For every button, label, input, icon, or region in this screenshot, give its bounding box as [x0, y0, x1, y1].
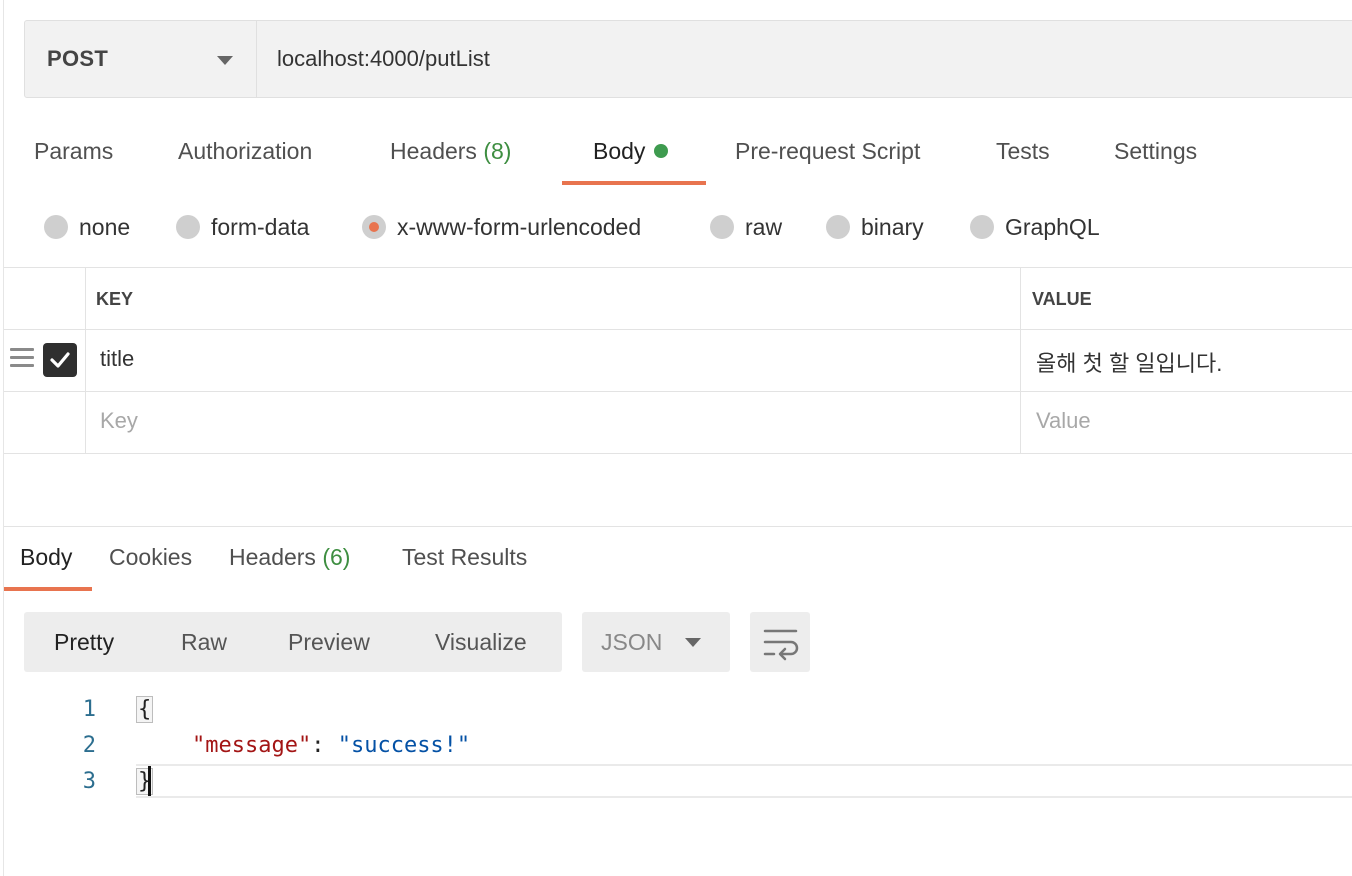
- method-label: POST: [47, 46, 109, 71]
- radio-form-data[interactable]: form-data: [176, 212, 309, 242]
- radio-urlencoded-label: x-www-form-urlencoded: [397, 213, 642, 240]
- line-number: 3: [82, 769, 96, 794]
- radio-circle-icon: [826, 215, 850, 239]
- chevron-down-icon: [217, 56, 233, 65]
- tab-headers-label: Headers: [390, 138, 477, 164]
- line-number: 2: [82, 733, 96, 758]
- json-value: "success!": [337, 733, 471, 758]
- table-top-border: [4, 267, 1352, 268]
- row-key-field[interactable]: title: [100, 346, 134, 372]
- radio-binary-label: binary: [861, 213, 924, 240]
- response-tab-headers-label: Headers: [229, 544, 316, 570]
- key-column-header: KEY: [96, 289, 134, 309]
- text-cursor: [148, 766, 151, 796]
- tab-params[interactable]: Params: [34, 138, 113, 186]
- radio-none[interactable]: none: [44, 212, 130, 242]
- response-divider: [4, 526, 1352, 527]
- new-value-input[interactable]: Value: [1036, 408, 1091, 434]
- line-number: 1: [82, 697, 96, 722]
- view-raw-button[interactable]: Raw: [181, 612, 227, 672]
- body-modified-dot-icon: [654, 143, 669, 158]
- json-colon: :: [311, 733, 338, 758]
- radio-selected-icon: [362, 215, 386, 239]
- active-tab-indicator: [562, 181, 706, 185]
- view-visualize-button[interactable]: Visualize: [435, 612, 527, 672]
- radio-binary[interactable]: binary: [826, 212, 924, 242]
- json-open-brace: {: [136, 696, 154, 723]
- table-bottom-border: [4, 453, 1352, 454]
- radio-circle-icon: [710, 215, 734, 239]
- request-bar: POST localhost:4000/putList: [24, 20, 1352, 98]
- radio-graphql-label: GraphQL: [1005, 213, 1100, 240]
- table-col-divider: [85, 267, 86, 454]
- response-tab-body[interactable]: Body: [20, 544, 72, 571]
- row-enabled-checkbox[interactable]: [43, 343, 77, 377]
- response-tab-test-results[interactable]: Test Results: [402, 544, 527, 571]
- checkmark-icon: [50, 352, 70, 368]
- radio-circle-icon: [970, 215, 994, 239]
- tab-headers[interactable]: Headers (8): [390, 138, 511, 186]
- json-line-1: {: [136, 696, 154, 723]
- response-tab-headers[interactable]: Headers (6): [229, 544, 350, 571]
- radio-circle-icon: [176, 215, 200, 239]
- table-row-border: [4, 391, 1352, 392]
- view-preview-button[interactable]: Preview: [288, 612, 370, 672]
- tab-prerequest-script[interactable]: Pre-request Script: [735, 138, 920, 186]
- row-value-field[interactable]: 올해 첫 할 일입니다.: [1036, 346, 1222, 378]
- chevron-down-icon: [685, 638, 701, 647]
- radio-urlencoded[interactable]: x-www-form-urlencoded: [362, 212, 641, 242]
- radio-graphql[interactable]: GraphQL: [970, 212, 1100, 242]
- radio-none-label: none: [79, 213, 131, 240]
- table-col-divider: [1020, 267, 1021, 454]
- response-view-switcher: Pretty Raw Preview Visualize: [24, 612, 562, 672]
- url-input[interactable]: localhost:4000/putList: [277, 21, 490, 97]
- table-header-border: [4, 329, 1352, 330]
- radio-form-data-label: form-data: [211, 213, 310, 240]
- left-border: [3, 0, 4, 876]
- json-line-2: "message": "success!": [192, 733, 470, 758]
- current-line-highlight: [136, 764, 1352, 798]
- wrap-lines-button[interactable]: [750, 612, 810, 672]
- radio-raw-label: raw: [745, 213, 783, 240]
- wrap-lines-icon: [763, 629, 799, 661]
- method-dropdown[interactable]: POST: [25, 21, 257, 97]
- tab-body[interactable]: Body: [593, 138, 669, 186]
- format-dropdown[interactable]: JSON: [582, 612, 730, 672]
- new-key-input[interactable]: Key: [100, 408, 138, 434]
- view-pretty-button[interactable]: Pretty: [54, 612, 114, 672]
- radio-raw[interactable]: raw: [710, 212, 782, 242]
- tab-tests[interactable]: Tests: [996, 138, 1050, 186]
- tab-settings[interactable]: Settings: [1114, 138, 1197, 186]
- response-tab-cookies[interactable]: Cookies: [109, 544, 192, 571]
- value-column-header: VALUE: [1032, 289, 1092, 309]
- tab-body-label: Body: [593, 138, 646, 164]
- format-label: JSON: [601, 628, 663, 655]
- response-tab-headers-count: (6): [322, 544, 351, 570]
- radio-circle-icon: [44, 215, 68, 239]
- drag-handle-icon[interactable]: [10, 348, 34, 372]
- tab-headers-count: (8): [483, 138, 512, 164]
- tab-authorization[interactable]: Authorization: [178, 138, 312, 186]
- json-key: "message": [192, 733, 312, 758]
- active-response-tab-indicator: [4, 587, 92, 591]
